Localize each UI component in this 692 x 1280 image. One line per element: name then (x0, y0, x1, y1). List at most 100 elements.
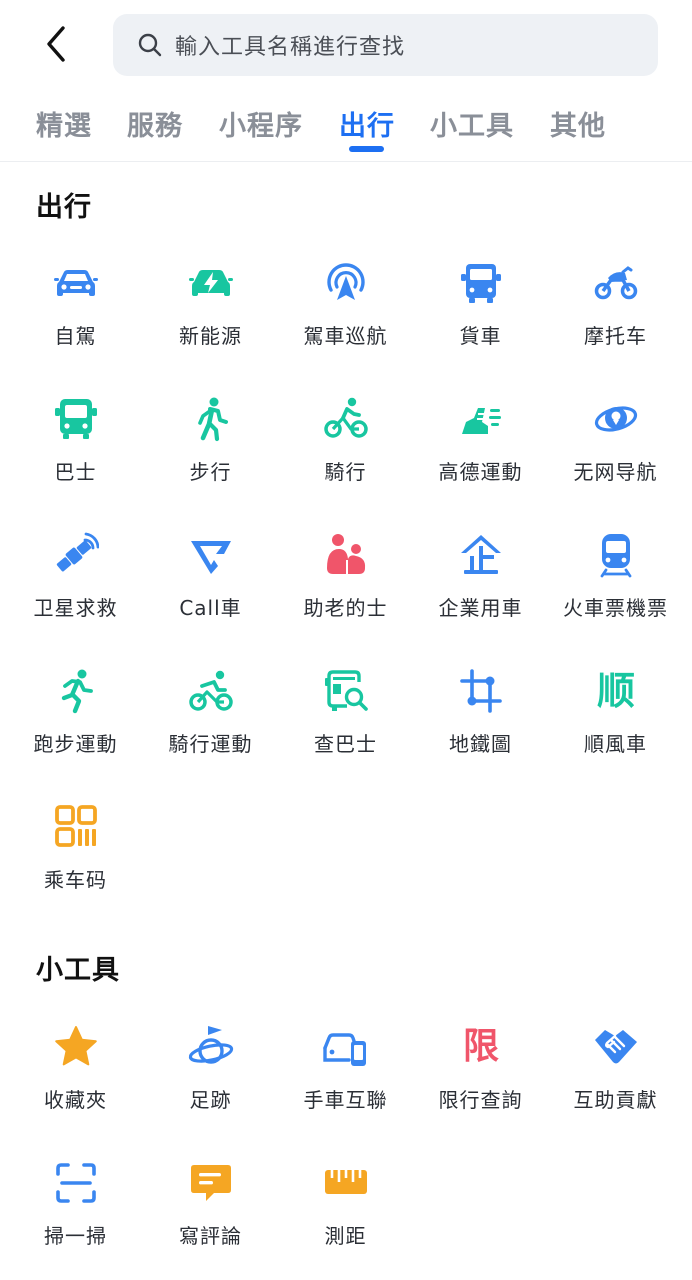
tool-label: 貨車 (459, 324, 502, 348)
chevron-left-icon (47, 26, 65, 62)
train-icon (593, 532, 639, 578)
offline-nav-icon (593, 396, 639, 442)
tool-label: 騎行運動 (168, 732, 253, 756)
tool-bus-search[interactable]: 查巴士 (278, 668, 413, 798)
carpool-icon: 顺 (593, 668, 639, 714)
tool-call-car[interactable]: Call車 (143, 532, 278, 662)
tool-metro-map[interactable]: 地鐵圖 (413, 668, 548, 798)
tool-drive-cruise[interactable]: 駕車巡航 (278, 260, 413, 390)
bus-search-icon (323, 668, 369, 714)
bus-icon (53, 396, 99, 442)
tool-bus[interactable]: 巴士 (8, 396, 143, 526)
walk-icon (188, 396, 234, 442)
tool-label: 收藏夾 (44, 1088, 107, 1112)
search-icon (138, 33, 162, 57)
tool-label: 助老的士 (303, 596, 388, 620)
tool-enterprise-car[interactable]: 企業用車 (413, 532, 548, 662)
tab-travel[interactable]: 出行 (339, 104, 395, 143)
cruise-icon (323, 260, 369, 306)
tool-truck[interactable]: 貨車 (413, 260, 548, 390)
satellite-icon (53, 532, 99, 578)
tool-carpool[interactable]: 顺 順風車 (548, 668, 683, 798)
tool-label: 互助貢獻 (573, 1088, 658, 1112)
tool-motorcycle[interactable]: 摩托车 (548, 260, 683, 390)
call-car-icon (188, 532, 234, 578)
tool-label: 掃一掃 (44, 1224, 107, 1248)
tool-label: 巴士 (54, 460, 97, 484)
phone-car-icon (323, 1024, 369, 1070)
motorcycle-icon (593, 260, 639, 306)
handshake-icon (593, 1024, 639, 1070)
tab-tools[interactable]: 小工具 (430, 104, 514, 143)
qr-code-icon (53, 804, 99, 850)
ruler-icon (323, 1160, 369, 1206)
tool-label: 限行查詢 (438, 1088, 523, 1112)
section-title-tools: 小工具 (36, 955, 120, 986)
restriction-glyph: 限 (462, 1026, 499, 1067)
tool-new-energy[interactable]: 新能源 (143, 260, 278, 390)
back-button[interactable] (34, 22, 78, 66)
tool-favorites[interactable]: 收藏夾 (8, 1024, 143, 1154)
tool-label: 无网导航 (573, 460, 658, 484)
tool-label: 乘车码 (44, 868, 107, 892)
tool-label: 摩托车 (584, 324, 647, 348)
tool-ride-code[interactable]: 乘车码 (8, 804, 143, 934)
tool-footprints[interactable]: 足跡 (143, 1024, 278, 1154)
tool-restriction-query[interactable]: 限 限行查詢 (413, 1024, 548, 1154)
tool-scan[interactable]: 掃一掃 (8, 1160, 143, 1280)
elder-taxi-icon (323, 532, 369, 578)
cycling-sport-icon (188, 668, 234, 714)
tool-label: 騎行 (324, 460, 367, 484)
enterprise-car-icon (458, 532, 504, 578)
scan-icon (53, 1160, 99, 1206)
tab-other[interactable]: 其他 (550, 104, 606, 143)
tool-label: 手車互聯 (303, 1088, 388, 1112)
tool-label: 駕車巡航 (303, 324, 388, 348)
tool-elder-taxi[interactable]: 助老的士 (278, 532, 413, 662)
tool-label: 企業用車 (438, 596, 523, 620)
ev-car-icon (188, 260, 234, 306)
tool-mutual-contribution[interactable]: 互助貢獻 (548, 1024, 683, 1154)
tool-self-drive[interactable]: 自駕 (8, 260, 143, 390)
tool-label: 步行 (189, 460, 232, 484)
section-title-travel: 出行 (36, 192, 92, 223)
truck-icon (458, 260, 504, 306)
tool-label: 寫評論 (179, 1224, 242, 1248)
category-tabs: 精選 服務 小程序 出行 小工具 其他 (0, 92, 692, 162)
tool-label: 跑步運動 (33, 732, 118, 756)
tab-mini-programs[interactable]: 小程序 (219, 104, 303, 143)
tab-services[interactable]: 服務 (127, 104, 183, 143)
top-bar: 輸入工具名稱進行查找 (0, 0, 692, 90)
carpool-glyph: 顺 (596, 669, 635, 713)
tool-running[interactable]: 跑步運動 (8, 668, 143, 798)
tool-measure-distance[interactable]: 測距 (278, 1160, 413, 1280)
tool-label: 自駕 (54, 324, 97, 348)
search-input[interactable]: 輸入工具名稱進行查找 (113, 14, 658, 76)
comment-icon (188, 1160, 234, 1206)
bike-icon (323, 396, 369, 442)
run-shoe-icon (458, 396, 504, 442)
tool-satellite-sos[interactable]: 卫星求救 (8, 532, 143, 662)
tool-label: 高德運動 (438, 460, 523, 484)
tool-offline-nav[interactable]: 无网导航 (548, 396, 683, 526)
tool-walk[interactable]: 步行 (143, 396, 278, 526)
tool-label: 火車票機票 (563, 596, 668, 620)
tool-write-review[interactable]: 寫評論 (143, 1160, 278, 1280)
star-icon (53, 1024, 99, 1070)
tool-cycling-sport[interactable]: 騎行運動 (143, 668, 278, 798)
tool-cycle[interactable]: 騎行 (278, 396, 413, 526)
restriction-icon: 限 (458, 1024, 504, 1070)
tab-featured[interactable]: 精選 (36, 104, 92, 143)
tool-amap-sport[interactable]: 高德運動 (413, 396, 548, 526)
search-placeholder: 輸入工具名稱進行查找 (175, 35, 406, 60)
tool-label: 測距 (324, 1224, 367, 1248)
tool-label: 順風車 (584, 732, 647, 756)
tool-train-air-tickets[interactable]: 火車票機票 (548, 532, 683, 662)
tool-phone-car-link[interactable]: 手車互聯 (278, 1024, 413, 1154)
active-tab-indicator (349, 146, 384, 152)
car-icon (53, 260, 99, 306)
tool-label: 卫星求救 (33, 596, 118, 620)
tool-label: Call車 (179, 596, 242, 620)
running-icon (53, 668, 99, 714)
footprint-planet-icon (188, 1024, 234, 1070)
